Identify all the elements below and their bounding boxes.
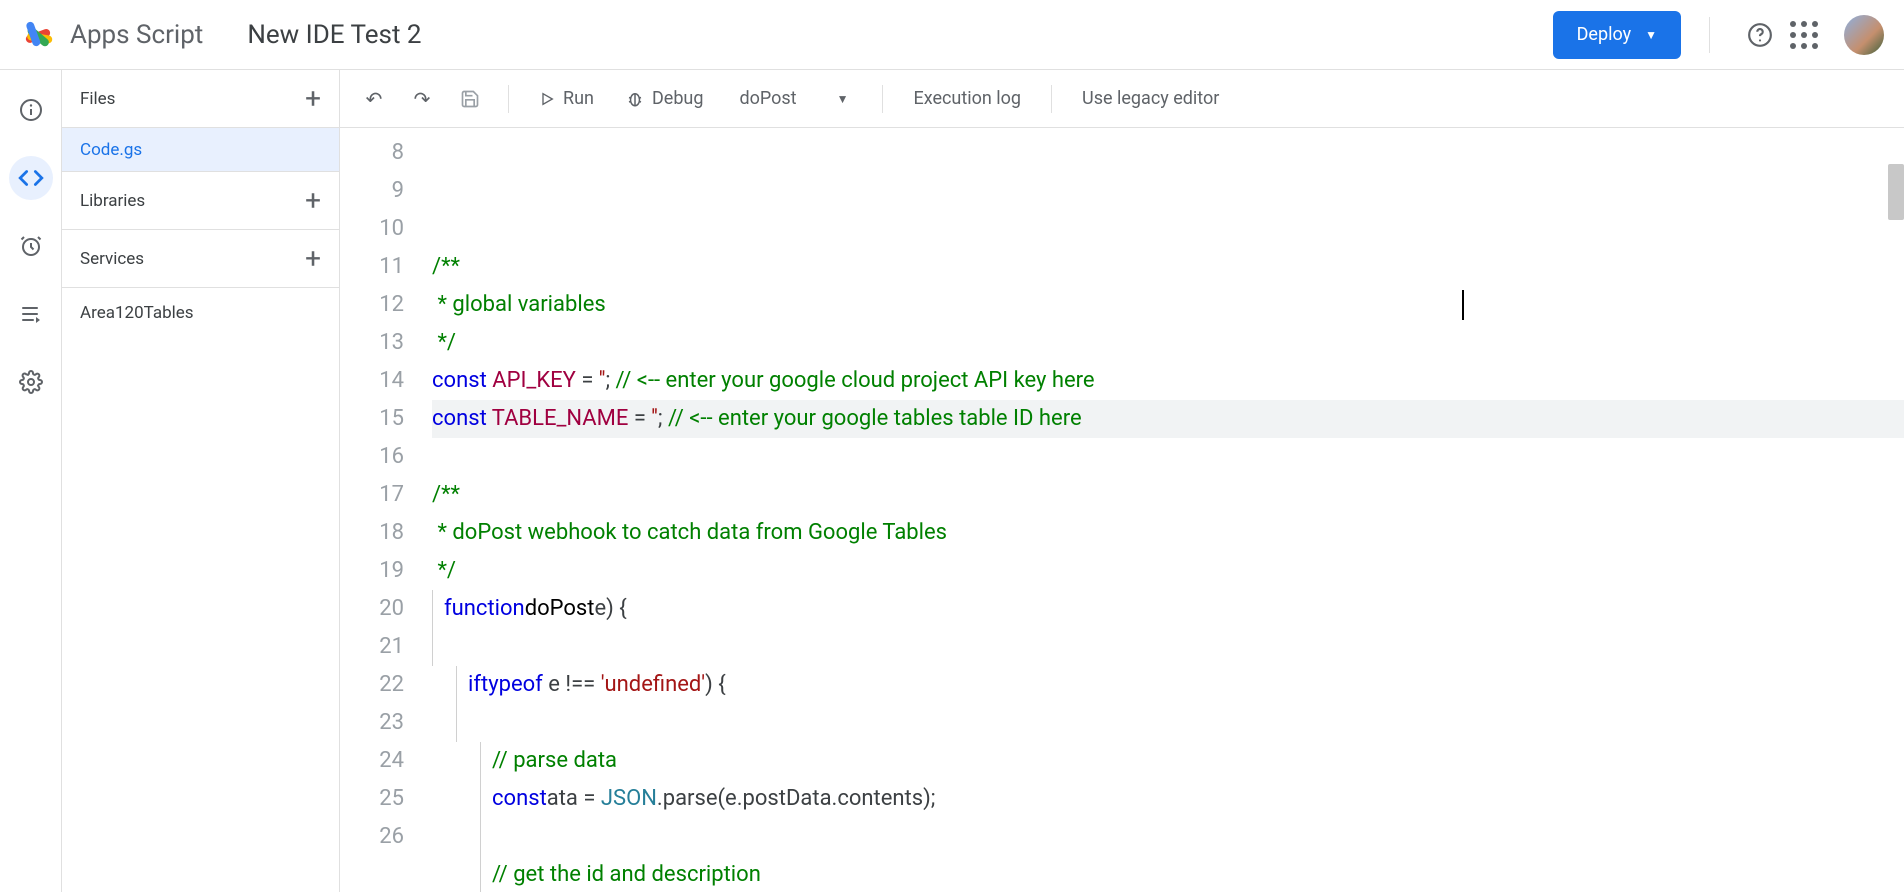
divider	[508, 85, 509, 113]
services-header: Services +	[62, 230, 339, 288]
chevron-down-icon: ▼	[1645, 28, 1657, 42]
apps-menu-button[interactable]	[1782, 13, 1826, 57]
rail-settings[interactable]	[9, 360, 53, 404]
code-line[interactable]: */	[432, 552, 1904, 590]
clock-icon	[19, 234, 43, 258]
add-library-button[interactable]: +	[305, 187, 321, 215]
rail-triggers[interactable]	[9, 224, 53, 268]
account-avatar[interactable]	[1844, 15, 1884, 55]
apps-grid-icon	[1790, 21, 1818, 49]
topbar: Apps Script New IDE Test 2 Deploy ▼	[0, 0, 1904, 70]
rail-editor[interactable]	[9, 156, 53, 200]
help-icon	[1747, 22, 1773, 48]
save-button[interactable]	[450, 79, 490, 119]
service-item[interactable]: Area120Tables	[62, 288, 339, 338]
project-name[interactable]: New IDE Test 2	[247, 20, 421, 50]
deploy-label: Deploy	[1577, 24, 1632, 45]
code-editor[interactable]: 891011121314151617181920212223242526 /**…	[340, 128, 1904, 892]
code-line[interactable]: iftypeof e !== 'undefined') {	[432, 666, 1904, 704]
code-line[interactable]: */	[432, 324, 1904, 362]
bug-icon	[626, 90, 644, 108]
save-icon	[460, 89, 480, 109]
code-line[interactable]: const API_KEY = ''; // <-- enter your go…	[432, 362, 1904, 400]
code-line[interactable]: // parse data	[432, 742, 1904, 780]
deploy-button[interactable]: Deploy ▼	[1553, 11, 1681, 59]
code-line[interactable]: /**	[432, 476, 1904, 514]
left-rail	[0, 70, 62, 892]
code-line[interactable]: /**	[432, 248, 1904, 286]
legacy-editor-button[interactable]: Use legacy editor	[1070, 79, 1231, 119]
code-line[interactable]: // get the id and description	[432, 856, 1904, 892]
executions-icon	[19, 302, 43, 326]
main: ↶ ↷ Run Debug doPost ▼ Execution log Use…	[340, 70, 1904, 892]
debug-label: Debug	[652, 88, 704, 109]
code-line[interactable]	[432, 438, 1904, 476]
services-label: Services	[80, 249, 144, 269]
code-line[interactable]	[432, 704, 1904, 742]
libraries-label: Libraries	[80, 191, 145, 211]
divider	[1051, 85, 1052, 113]
editor-toolbar: ↶ ↷ Run Debug doPost ▼ Execution log Use…	[340, 70, 1904, 128]
undo-button[interactable]: ↶	[354, 79, 394, 119]
redo-icon: ↷	[414, 87, 431, 111]
code-icon	[18, 165, 44, 191]
help-button[interactable]	[1738, 13, 1782, 57]
divider	[882, 85, 883, 113]
files-header: Files +	[62, 70, 339, 128]
code-line[interactable]: * doPost webhook to catch data from Goog…	[432, 514, 1904, 552]
gear-icon	[19, 370, 43, 394]
code-area[interactable]: /** * global variables */const API_KEY =…	[422, 128, 1904, 892]
files-label: Files	[80, 89, 115, 109]
code-line[interactable]	[432, 818, 1904, 856]
chevron-down-icon: ▼	[837, 92, 849, 106]
apps-script-logo	[20, 16, 58, 54]
rail-executions[interactable]	[9, 292, 53, 336]
code-line[interactable]: functiondoPoste) {	[432, 590, 1904, 628]
libraries-header: Libraries +	[62, 172, 339, 230]
debug-button[interactable]: Debug	[614, 79, 716, 119]
info-icon	[19, 98, 43, 122]
add-service-button[interactable]: +	[305, 245, 321, 273]
sidebar: Files + Code.gs Libraries + Services + A…	[62, 70, 340, 892]
text-caret	[1462, 290, 1464, 320]
rail-overview[interactable]	[9, 88, 53, 132]
run-button[interactable]: Run	[527, 79, 606, 119]
code-line[interactable]	[432, 628, 1904, 666]
function-name: doPost	[739, 88, 796, 109]
execution-log-button[interactable]: Execution log	[901, 79, 1033, 119]
code-line[interactable]: * global variables	[432, 286, 1904, 324]
file-item[interactable]: Code.gs	[62, 128, 339, 172]
code-line[interactable]: constata = JSON.parse(e.postData.content…	[432, 780, 1904, 818]
function-selector[interactable]: doPost ▼	[723, 88, 864, 109]
line-gutter: 891011121314151617181920212223242526	[340, 128, 422, 892]
code-line[interactable]: const TABLE_NAME = ''; // <-- enter your…	[432, 400, 1904, 438]
scrollbar-thumb[interactable]	[1888, 164, 1904, 220]
divider	[1709, 17, 1710, 53]
run-label: Run	[563, 88, 594, 109]
redo-button[interactable]: ↷	[402, 79, 442, 119]
add-file-button[interactable]: +	[305, 85, 321, 113]
play-icon	[539, 91, 555, 107]
undo-icon: ↶	[366, 87, 383, 111]
brand-name: Apps Script	[70, 20, 203, 50]
